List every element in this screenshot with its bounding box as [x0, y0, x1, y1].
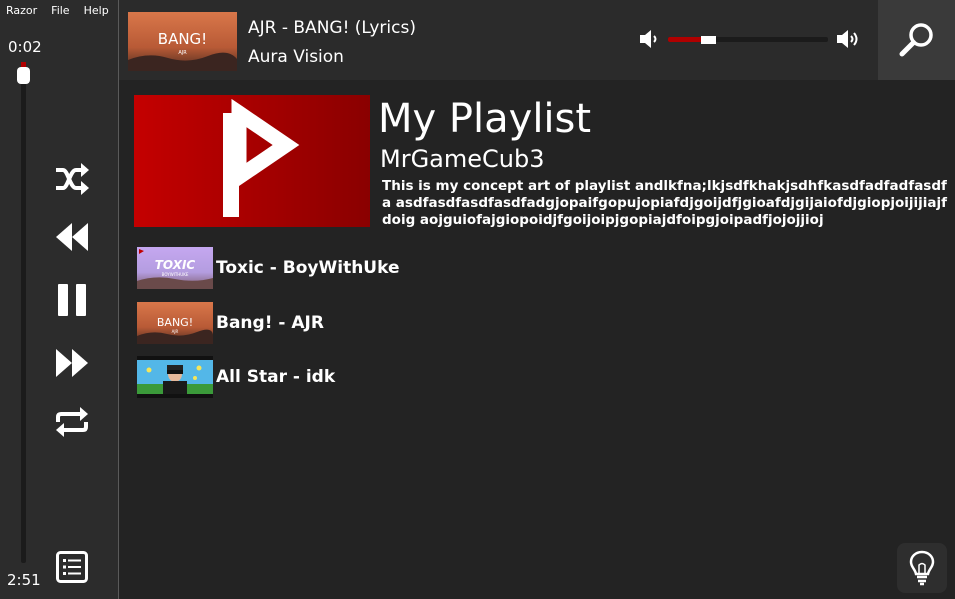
track-label: Toxic - BoyWithUke	[216, 258, 400, 278]
track-thumbnail: TOXIC BOYWITHUKE	[137, 247, 213, 289]
now-playing-thumb-sub: AJR	[178, 50, 187, 56]
speaker-low-icon	[640, 30, 657, 48]
track-thumb-text: TOXIC	[155, 258, 196, 272]
rewind-button[interactable]	[52, 217, 92, 257]
playlist-owner[interactable]: MrGameCub3	[380, 145, 545, 173]
fast-forward-icon	[56, 349, 88, 377]
menu-file[interactable]: File	[45, 0, 69, 22]
now-playing-thumbnail: BANG! AJR	[128, 12, 237, 71]
volume-handle[interactable]	[701, 36, 716, 44]
playlist-cover	[134, 95, 370, 227]
seek-handle[interactable]	[17, 67, 30, 84]
pause-icon	[58, 284, 86, 316]
elapsed-time: 0:02	[8, 38, 42, 56]
fast-forward-button[interactable]	[52, 343, 92, 383]
playlist-logo-icon	[223, 98, 300, 217]
seek-bar[interactable]	[21, 68, 26, 563]
pause-button[interactable]	[52, 280, 92, 320]
menu-bar: Razor File Help	[0, 0, 125, 22]
menu-razor[interactable]: Razor	[0, 0, 37, 22]
search-icon	[899, 23, 933, 57]
track-thumb-text: BANG!	[157, 316, 193, 329]
queue-button[interactable]	[52, 547, 92, 587]
menu-help[interactable]: Help	[78, 0, 109, 22]
repeat-icon	[56, 407, 88, 437]
rewind-icon	[56, 223, 88, 251]
track-thumb-sub: AJR	[172, 329, 179, 334]
track-thumb-sub: BOYWITHUKE	[162, 272, 189, 277]
track-label: All Star - idk	[216, 367, 336, 387]
track-thumbnail: BANG! AJR	[137, 302, 213, 344]
playlist-description: This is my concept art of playlist andlk…	[382, 178, 948, 228]
now-playing-thumb-text: BANG!	[158, 30, 207, 48]
theme-toggle-button[interactable]	[897, 543, 947, 593]
now-playing-title: AJR - BANG! (Lyrics)	[248, 18, 416, 38]
shuffle-button[interactable]	[52, 159, 92, 199]
track-thumbnail	[137, 356, 213, 398]
search-button[interactable]	[878, 0, 955, 80]
now-playing-bar	[119, 0, 955, 80]
volume-down-button[interactable]	[638, 28, 660, 50]
repeat-button[interactable]	[52, 402, 92, 442]
volume-up-button[interactable]	[836, 28, 860, 50]
track-row[interactable]: BANG! AJR Bang! - AJR	[137, 301, 637, 345]
lightbulb-icon	[909, 550, 935, 586]
track-label: Bang! - AJR	[216, 313, 324, 333]
track-row[interactable]: TOXIC BOYWITHUKE Toxic - BoyWithUke	[137, 246, 637, 290]
playlist-title: My Playlist	[378, 96, 592, 142]
speaker-high-icon	[837, 30, 858, 48]
total-time: 2:51	[7, 571, 41, 589]
now-playing-artist: Aura Vision	[248, 47, 344, 67]
queue-list-icon	[56, 551, 88, 583]
shuffle-icon	[56, 163, 89, 195]
track-row[interactable]: All Star - idk	[137, 355, 637, 399]
